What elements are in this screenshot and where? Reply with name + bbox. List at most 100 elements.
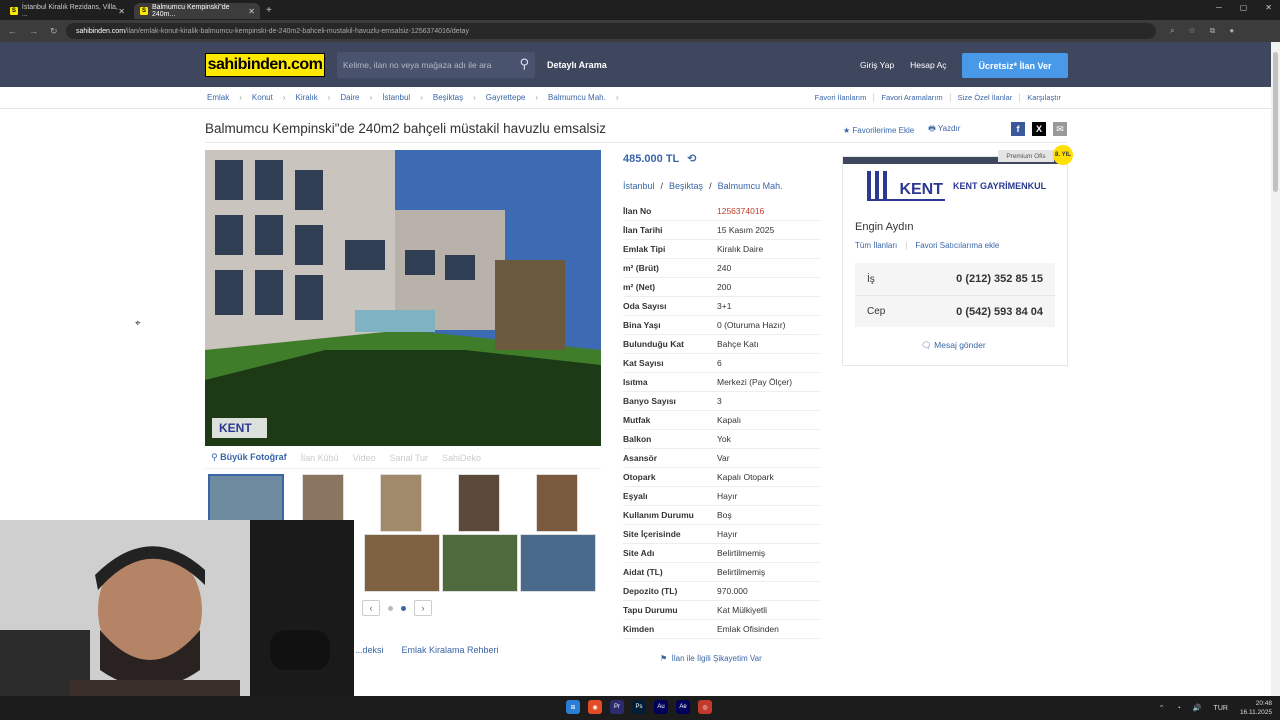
detail-key: Depozito (TL) [623,586,678,596]
zoom-icon[interactable]: ⌕ [1170,26,1174,36]
post-ad-button[interactable]: Ücretsiz* İlan Ver [962,53,1068,78]
facebook-icon[interactable]: f [1011,122,1025,136]
language-indicator[interactable]: TUR [1214,705,1228,712]
search-input[interactable]: Kelime, ilan no veya mağaza adı ile ara ⚲ [337,52,535,78]
close-tab-icon[interactable]: ✕ [118,7,125,16]
tab-cube[interactable]: İlan Kübü [301,453,339,463]
phone-number[interactable]: 0 (542) 593 84 04 [956,306,1043,318]
search-icon[interactable]: ⚲ [519,56,529,72]
app-icon[interactable]: ◎ [698,700,712,714]
breadcrumb-item[interactable]: Gayrettepe [486,93,526,102]
volume-icon[interactable]: 🔊 [1193,704,1202,712]
tray-chevron-icon[interactable]: ⌃ [1159,704,1165,712]
clock[interactable]: 20:48 16.11.2025 [1240,699,1272,717]
recommended-link[interactable]: Size Özel İlanlar [949,93,1020,102]
breadcrumb-item[interactable]: İstanbul [382,93,410,102]
profile-icon[interactable]: ● [1229,26,1234,36]
breadcrumb-item[interactable]: Emlak [207,93,229,102]
location-district[interactable]: Beşiktaş [669,181,703,191]
next-page-button[interactable]: › [414,600,432,616]
premiere-icon[interactable]: Pr [610,700,624,714]
tab-big-photo[interactable]: ⚲ Büyük Fotoğraf [211,452,287,463]
phone-number[interactable]: 0 (212) 352 85 15 [956,273,1043,285]
browser-tab-active[interactable]: S Balmumcu Kempinski"de 240m... ✕ [134,3,260,19]
send-message-button[interactable]: 🗨 Mesaj gönder [921,340,986,351]
audition-icon[interactable]: Au [654,700,668,714]
breadcrumb-item[interactable]: Konut [252,93,273,102]
new-tab-button[interactable]: + [266,5,272,16]
breadcrumb-item[interactable]: Kiralık [295,93,317,102]
thumbnail[interactable] [458,474,500,532]
scrollbar-thumb[interactable] [1273,52,1278,192]
start-icon[interactable]: ⊞ [566,700,580,714]
extensions-icon[interactable]: ⧉ [1210,26,1216,36]
location-neighborhood[interactable]: Balmumcu Mah. [718,181,783,191]
main-photo[interactable]: KENT [205,150,601,446]
address-bar-row: ← → ↻ sahibinden.com/ilan/emlak-konut-kira… [0,20,1280,42]
complaint-link[interactable]: ⚑ İlan ile İlgili Şikayetim Var [660,654,762,663]
favorite-searches-link[interactable]: Favori Aramalarım [873,93,949,102]
bookmark-star-icon[interactable]: ☆ [1188,26,1195,36]
url-field[interactable]: sahibinden.com/ilan/emlak-konut-kiralik-… [66,23,1156,39]
register-link[interactable]: Hesap Aç [910,60,946,70]
after-effects-icon[interactable]: Ae [676,700,690,714]
location-city[interactable]: İstanbul [623,181,655,191]
all-ads-link[interactable]: Tüm İlanları [855,241,897,250]
photoshop-icon[interactable]: Ps [632,700,646,714]
tab-sahideko[interactable]: SahiDeko [442,453,481,463]
chrome-icon[interactable]: ◉ [588,700,602,714]
forward-icon[interactable]: → [29,26,38,37]
wifi-icon[interactable]: ◔ [1177,705,1181,712]
site-logo[interactable]: sahibinden.com [205,53,325,77]
seller-logo-mark: KENT [867,171,945,201]
webcam-overlay [0,520,354,720]
page-scrollbar[interactable] [1271,42,1280,696]
breadcrumb-item[interactable]: Balmumcu Mah. [548,93,606,102]
favorite-listings-link[interactable]: Favori İlanlarım [808,93,874,102]
bottom-link[interactable]: ...deksi [355,645,384,655]
pager-dot[interactable] [388,605,393,611]
thumbnail[interactable] [442,534,518,592]
thumbnail[interactable] [364,534,440,592]
breadcrumb: Emlak › Konut › Kiralık › Daire › İstanbul › … [207,93,619,102]
browser-tabbar: S İstanbul Kiralık Rezidans, Villa, ... ✕ … [0,0,1280,20]
detail-key: Asansör [623,453,658,463]
webcam-person [0,520,354,720]
breadcrumb-item[interactable]: Beşiktaş [433,93,463,102]
x-icon[interactable]: X [1032,122,1046,136]
detailed-search-link[interactable]: Detaylı Arama [547,60,607,70]
maximize-icon[interactable]: ▢ [1240,3,1248,12]
price-history-icon[interactable]: ⟲ [687,152,696,165]
minimize-icon[interactable]: ─ [1216,3,1222,12]
browser-tab[interactable]: S İstanbul Kiralık Rezidans, Villa, ... ✕ [4,3,130,19]
detail-value: Belirtilmemiş [717,567,766,577]
thumbnail[interactable] [536,474,578,532]
reload-icon[interactable]: ↻ [50,26,58,37]
close-tab-icon[interactable]: ✕ [248,7,255,16]
back-icon[interactable]: ← [8,26,17,37]
add-favorite-button[interactable]: ★ Favorilerime Ekle [843,126,914,135]
detail-key: Balkon [623,434,652,444]
phone-row: İş 0 (212) 352 85 15 [855,263,1055,295]
detail-key: Eşyalı [623,491,648,501]
thumbnail[interactable] [380,474,422,532]
thumbnail[interactable] [520,534,596,592]
seller-logo[interactable]: KENT KENT GAYRİMENKUL [867,171,1046,201]
windows-taskbar: ⊞ ◉ Pr Ps Au Ae ◎ ⌃ ◔ 🔊 TUR 20:48 16.11.2… [0,696,1280,720]
compare-link[interactable]: Karşılaştır [1019,93,1068,102]
pager-dot-active[interactable] [401,605,406,611]
favorite-seller-link[interactable]: Favori Satıcılarıma ekle [915,241,999,250]
rental-guide-link[interactable]: Emlak Kiralama Rehberi [402,645,499,655]
add-favorite-label: Favorilerime Ekle [852,125,915,135]
print-button[interactable]: 🖶 Yazdır [928,123,960,137]
login-link[interactable]: Giriş Yap [860,60,894,70]
prev-page-button[interactable]: ‹ [362,600,380,616]
close-window-icon[interactable]: ✕ [1265,3,1272,12]
share-buttons: f X ✉ [1011,122,1067,136]
breadcrumb-item[interactable]: Daire [340,93,359,102]
detail-row: Balkon Yok [623,430,821,449]
email-icon[interactable]: ✉ [1053,122,1067,136]
tab-virtual-tour[interactable]: Sanal Tur [389,453,428,463]
tab-video[interactable]: Video [353,453,376,463]
detail-value: Kapalı Otopark [717,472,774,482]
